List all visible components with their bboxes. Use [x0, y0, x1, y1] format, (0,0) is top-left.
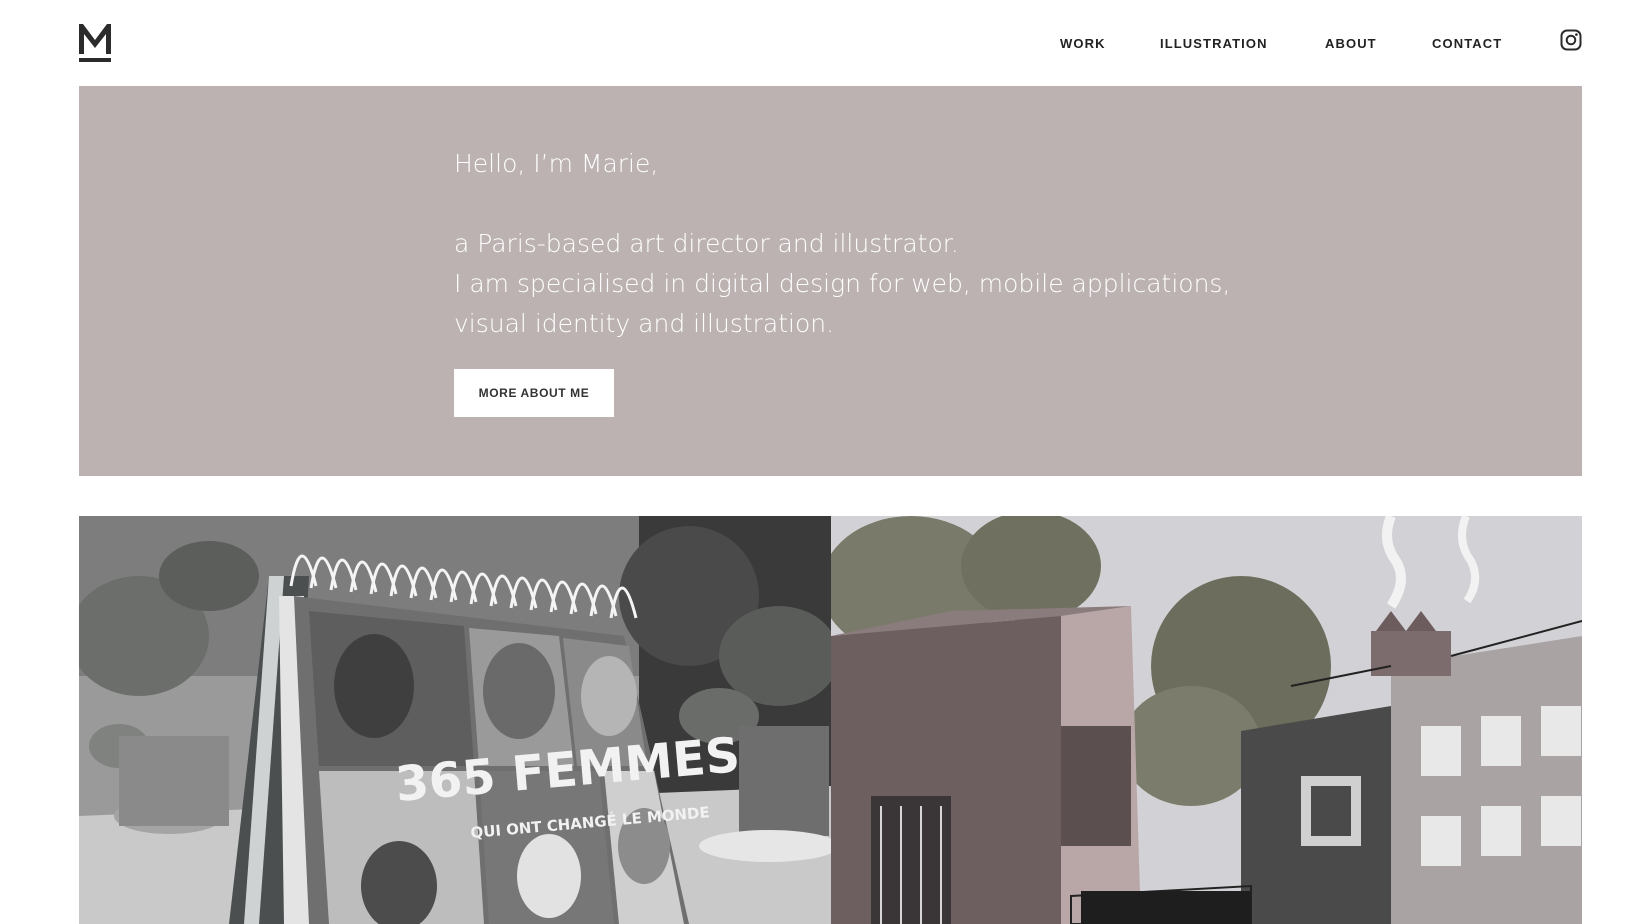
site-header: WORK ILLUSTRATION ABOUT CONTACT: [0, 0, 1647, 86]
intro-greeting: Hello, I’m Marie,: [454, 149, 659, 178]
instagram-icon: [1560, 29, 1582, 51]
city-illustration: [831, 516, 1582, 924]
intro-line: I am specialised in digital design for w…: [454, 269, 1231, 298]
nav-item-contact[interactable]: CONTACT: [1432, 36, 1502, 51]
instagram-link[interactable]: [1560, 29, 1582, 51]
logo[interactable]: [79, 22, 111, 62]
intro-line: visual identity and illustration.: [454, 309, 835, 338]
intro-text: Hello, I’m Marie, a Paris-based art dire…: [454, 144, 1274, 344]
intro-line: a Paris-based art director and illustrat…: [454, 229, 959, 258]
logo-icon: [79, 24, 111, 62]
nav-item-work[interactable]: WORK: [1060, 36, 1106, 51]
project-tile-365-femmes[interactable]: 365 FEMMES QUI ONT CHANGÉ LE MONDE: [79, 516, 831, 924]
project-tile-city-illustration[interactable]: [831, 516, 1582, 924]
nav-item-about[interactable]: ABOUT: [1325, 36, 1377, 51]
nav-item-illustration[interactable]: ILLUSTRATION: [1160, 36, 1268, 51]
calendar-photo: 365 FEMMES QUI ONT CHANGÉ LE MONDE: [79, 516, 831, 924]
intro-section: Hello, I’m Marie, a Paris-based art dire…: [79, 86, 1582, 476]
more-about-me-button[interactable]: MORE ABOUT ME: [454, 369, 614, 417]
